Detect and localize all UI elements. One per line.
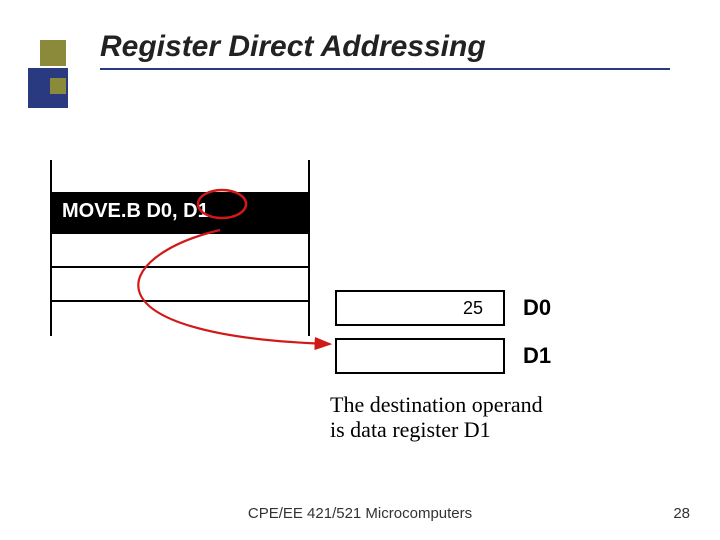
slide-title: Register Direct Addressing: [100, 30, 486, 64]
memory-cell-empty: [50, 268, 310, 302]
register-box-d1: [335, 338, 505, 374]
register-label-d0: D0: [523, 295, 551, 321]
register-label-d1: D1: [523, 343, 551, 369]
register-row-d0: 25 D0: [335, 290, 551, 326]
accent-square-1: [40, 40, 66, 66]
page-number: 28: [673, 505, 690, 522]
memory-cell-empty: [50, 302, 310, 336]
caption-line-2: is data register D1: [330, 417, 491, 442]
footer-text: CPE/EE 421/521 Microcomputers: [0, 505, 720, 522]
memory-table: MOVE.B D0, D1: [50, 160, 310, 336]
memory-cell-empty: [50, 160, 310, 194]
caption: The destination operand is data register…: [330, 392, 630, 443]
register-box-d0: 25: [335, 290, 505, 326]
caption-line-1: The destination operand: [330, 392, 543, 417]
accent-square-3: [50, 78, 66, 94]
instruction-text: MOVE.B D0, D1: [62, 200, 209, 223]
title-underline: [100, 68, 670, 70]
register-file: 25 D0 D1: [335, 290, 551, 386]
memory-cell-empty: [50, 234, 310, 268]
register-row-d1: D1: [335, 338, 551, 374]
slide: Register Direct Addressing MOVE.B D0, D1…: [0, 0, 720, 540]
memory-cell-instruction: MOVE.B D0, D1: [50, 194, 310, 234]
register-value-d0: 25: [463, 298, 483, 319]
